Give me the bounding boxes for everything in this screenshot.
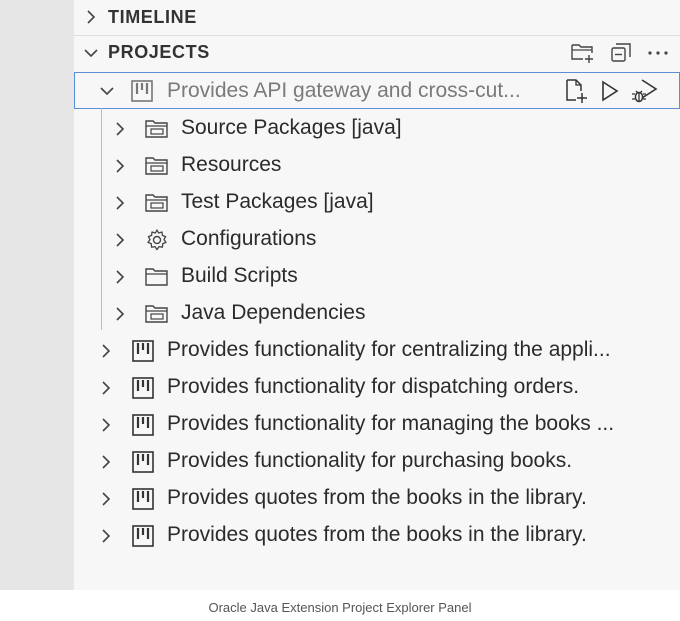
- tree-item-project[interactable]: Provides quotes from the books in the li…: [74, 517, 680, 554]
- tree-item-configurations[interactable]: Configurations: [74, 221, 680, 258]
- project-icon: [130, 517, 156, 554]
- tree-item-project[interactable]: Provides functionality for dispatching o…: [74, 369, 680, 406]
- chevron-right-icon[interactable]: [110, 295, 130, 332]
- run-icon[interactable]: [599, 79, 621, 103]
- timeline-title: TIMELINE: [108, 6, 197, 27]
- chevron-right-icon[interactable]: [110, 184, 130, 221]
- project-icon: [130, 369, 156, 406]
- folder-icon: [144, 258, 170, 295]
- chevron-right-icon[interactable]: [96, 480, 116, 517]
- chevron-down-icon[interactable]: [97, 72, 117, 109]
- tree-item-label: Provides functionality for centralizing …: [167, 338, 611, 361]
- tree-item-project[interactable]: Provides functionality for purchasing bo…: [74, 443, 680, 480]
- tree-item-label: Provides functionality for purchasing bo…: [167, 449, 573, 472]
- figure-caption: Oracle Java Extension Project Explorer P…: [208, 600, 472, 615]
- chevron-right-icon[interactable]: [110, 147, 130, 184]
- tree-item-label: Provides API gateway and cross-cut...: [167, 79, 521, 102]
- timeline-section-header[interactable]: TIMELINE: [74, 0, 680, 34]
- tree-item-build-scripts[interactable]: Build Scripts: [74, 258, 680, 295]
- tree-item-label: Java Dependencies: [181, 301, 366, 324]
- tree-item-resources[interactable]: Resources: [74, 147, 680, 184]
- chevron-right-icon[interactable]: [96, 332, 116, 369]
- tree-item-selected-project[interactable]: Provides API gateway and cross-cut...: [74, 72, 680, 109]
- tree-item-label: Test Packages [java]: [181, 190, 374, 213]
- new-folder-icon[interactable]: [570, 42, 596, 64]
- projects-title: PROJECTS: [108, 42, 210, 62]
- activity-bar: [0, 0, 74, 590]
- tree-item-label: Provides functionality for dispatching o…: [167, 375, 580, 398]
- project-icon: [129, 72, 155, 109]
- tree-item-java-dependencies[interactable]: Java Dependencies: [74, 295, 680, 332]
- gear-icon: [144, 221, 170, 258]
- chevron-right-icon[interactable]: [110, 221, 130, 258]
- chevron-down-icon: [74, 47, 108, 59]
- new-file-icon[interactable]: [563, 78, 589, 104]
- package-folder-icon: [144, 110, 170, 147]
- tree-item-label: Resources: [181, 153, 282, 176]
- chevron-right-icon[interactable]: [96, 443, 116, 480]
- package-folder-icon: [144, 147, 170, 184]
- collapse-all-icon[interactable]: [610, 42, 632, 64]
- tree-item-label: Provides quotes from the books in the li…: [167, 523, 587, 546]
- tree-item-label: Provides quotes from the books in the li…: [167, 486, 587, 509]
- tree-item-project[interactable]: Provides functionality for managing the …: [74, 406, 680, 443]
- chevron-right-icon: [74, 9, 108, 25]
- tree-item-label: Source Packages [java]: [181, 116, 402, 139]
- chevron-right-icon[interactable]: [96, 369, 116, 406]
- projects-header-actions: [570, 36, 670, 70]
- project-icon: [130, 332, 156, 369]
- tree-item-label: Provides functionality for managing the …: [167, 412, 615, 435]
- explorer-sidebar: TIMELINE PROJECTS Provides API gateway a…: [74, 0, 680, 590]
- chevron-right-icon[interactable]: [96, 517, 116, 554]
- tree-item-label: Build Scripts: [181, 264, 298, 287]
- tree-item-source-packages[interactable]: Source Packages [java]: [74, 110, 680, 147]
- project-row-actions: [563, 73, 659, 108]
- package-folder-icon: [144, 184, 170, 221]
- chevron-right-icon[interactable]: [96, 406, 116, 443]
- tree-item-label: Configurations: [181, 227, 317, 250]
- project-icon: [130, 406, 156, 443]
- chevron-right-icon[interactable]: [110, 110, 130, 147]
- project-icon: [130, 480, 156, 517]
- package-folder-icon: [144, 295, 170, 332]
- tree-item-project[interactable]: Provides quotes from the books in the li…: [74, 480, 680, 517]
- projects-section-header[interactable]: PROJECTS: [74, 35, 680, 69]
- tree-item-project[interactable]: Provides functionality for centralizing …: [74, 332, 680, 369]
- project-icon: [130, 443, 156, 480]
- tree-item-test-packages[interactable]: Test Packages [java]: [74, 184, 680, 221]
- debug-icon[interactable]: [631, 78, 659, 104]
- more-icon[interactable]: [646, 42, 670, 64]
- chevron-right-icon[interactable]: [110, 258, 130, 295]
